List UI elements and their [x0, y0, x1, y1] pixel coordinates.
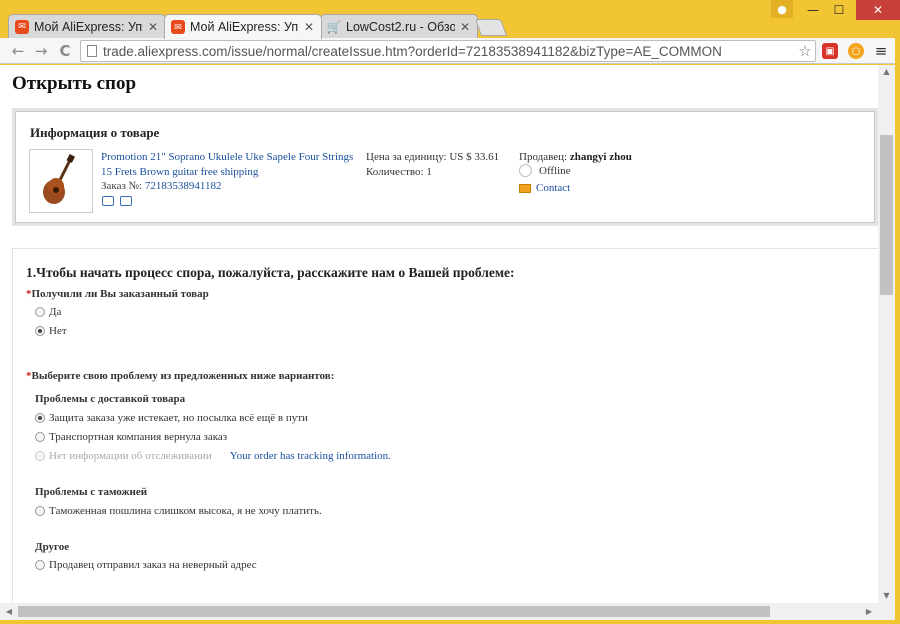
order-number-link[interactable]: 72183538941182	[145, 180, 222, 192]
contact-label[interactable]: Contact	[536, 182, 570, 194]
address-bar[interactable]: trade.aliexpress.com/issue/normal/create…	[80, 40, 816, 62]
tab-close-icon[interactable]: ✕	[147, 20, 159, 34]
option-label: Транспортная компания вернула заказ	[49, 431, 228, 443]
scroll-down-arrow-icon[interactable]: ▼	[878, 589, 895, 603]
problem-question-label: Выберите свою проблему из предложенных н…	[31, 370, 335, 382]
option-no-tracking: Нет информации об отслеживании Your orde…	[35, 450, 391, 462]
received-option-yes[interactable]: Да	[35, 306, 61, 318]
product-info-box: Информация о товаре Promotion 21" Sopran…	[12, 108, 878, 226]
window-titlebar: ✉ Мой AliExpress: Упра ✕ ✉ Мой AliExpres…	[0, 0, 900, 39]
tab-close-icon[interactable]: ✕	[303, 20, 315, 34]
product-section-heading: Информация о товаре	[30, 125, 160, 140]
aliexpress-icon: ✉	[171, 20, 185, 34]
scroll-right-arrow-icon[interactable]: ▶	[862, 603, 876, 620]
maximize-button[interactable]: ☐	[826, 0, 852, 20]
radio-button[interactable]	[35, 560, 45, 570]
option-carrier-returned[interactable]: Транспортная компания вернула заказ	[35, 431, 227, 443]
reload-icon[interactable]: C	[55, 41, 75, 61]
back-arrow-icon[interactable]: ←	[8, 41, 28, 61]
seller-status-text: Offline	[539, 164, 571, 177]
product-name-link[interactable]: Promotion 21" Soprano Ukulele Uke Sapele…	[101, 150, 363, 180]
offline-status-icon	[519, 164, 532, 177]
menu-icon[interactable]: ≡	[872, 42, 890, 60]
tab-close-icon[interactable]: ✕	[459, 20, 471, 34]
shopping-extension-icon[interactable]: ▣	[822, 43, 838, 59]
horizontal-scrollbar[interactable]: ◀ ▶	[0, 603, 878, 620]
page-title: Открыть спор	[12, 73, 137, 94]
window-border	[0, 620, 900, 624]
radio-button-selected[interactable]	[35, 326, 45, 336]
tab-title: Мой AliExpress: Упра	[190, 20, 299, 34]
aliexpress-icon: ✉	[15, 19, 29, 34]
radio-button[interactable]	[35, 307, 45, 317]
option-label: Продавец отправил заказ на неверный адре…	[49, 559, 257, 571]
seller-label: Продавец:	[519, 151, 568, 163]
tab-title: Мой AliExpress: Упра	[34, 19, 143, 34]
unit-price: Цена за единицу: US $ 33.61	[366, 151, 500, 163]
received-question: *Получили ли Вы заказанный товар	[26, 288, 209, 300]
option-label: Нет информации об отслеживании	[49, 450, 212, 462]
user-profile-icon[interactable]: ●	[771, 0, 793, 18]
new-tab-button[interactable]	[474, 19, 508, 36]
tab-title: LowCost2.ru - Обзор	[346, 19, 455, 34]
horizontal-scroll-thumb[interactable]	[18, 606, 770, 617]
group-delivery-title: Проблемы с доставкой товара	[35, 393, 186, 405]
window-border	[895, 38, 900, 624]
dispute-form: 1.Чтобы начать процесс спора, пожалуйста…	[12, 249, 878, 603]
product-thumbnail[interactable]	[29, 149, 93, 213]
scroll-left-arrow-icon[interactable]: ◀	[2, 603, 16, 620]
seller-name: zhangyi zhou	[569, 151, 632, 163]
page-viewport: Открыть спор Информация о товаре Promoti…	[0, 65, 878, 603]
browser-toolbar: ← → C trade.aliexpress.com/issue/normal/…	[0, 38, 900, 64]
radio-button[interactable]	[35, 432, 45, 442]
page-icon	[87, 45, 97, 57]
option-customs-duty[interactable]: Таможенная пошлина слишком высока, я не …	[35, 505, 322, 517]
price-info: Цена за единицу: US $ 33.61 Количество: …	[366, 150, 499, 180]
shipping-truck-icon[interactable]	[102, 196, 114, 206]
group-customs-title: Проблемы с таможней	[35, 486, 148, 498]
order-label: Заказ №:	[101, 180, 143, 192]
tab-aliexpress-1[interactable]: ✉ Мой AliExpress: Упра ✕	[8, 14, 166, 38]
quantity: Количество: 1	[366, 166, 432, 178]
minimize-button[interactable]: —	[800, 0, 826, 20]
option-label: Да	[49, 306, 62, 318]
received-question-label: Получили ли Вы заказанный товар	[31, 288, 209, 300]
seller-status: Offline	[519, 164, 571, 177]
scroll-up-arrow-icon[interactable]: ▲	[878, 65, 895, 79]
bookmark-star-icon[interactable]: ☆	[795, 42, 815, 60]
envelope-icon	[519, 183, 531, 193]
url-text[interactable]: trade.aliexpress.com/issue/normal/create…	[103, 44, 795, 59]
option-label: Таможенная пошлина слишком высока, я не …	[49, 505, 322, 517]
vertical-scroll-thumb[interactable]	[880, 135, 893, 295]
group-other-title: Другое	[35, 541, 70, 553]
option-label: Нет	[49, 325, 67, 337]
radio-button-selected[interactable]	[35, 413, 45, 423]
seller-info: Продавец: zhangyi zhou	[519, 150, 632, 165]
forward-arrow-icon[interactable]: →	[31, 41, 51, 61]
received-option-no[interactable]: Нет	[35, 325, 67, 337]
option-protection-expiring[interactable]: Защита заказа уже истекает, но посылка в…	[35, 412, 308, 424]
contact-seller-link[interactable]: Contact	[519, 182, 570, 194]
option-wrong-address[interactable]: Продавец отправил заказ на неверный адре…	[35, 559, 257, 571]
problem-question: *Выберите свою проблему из предложенных …	[26, 370, 334, 382]
radio-button-disabled	[35, 451, 45, 461]
close-window-button[interactable]: ✕	[856, 0, 900, 20]
vertical-scrollbar[interactable]: ▲ ▼	[878, 65, 895, 603]
scrollbar-corner	[878, 603, 895, 620]
dispute-form-title: 1.Чтобы начать процесс спора, пожалуйста…	[26, 265, 515, 280]
tab-lowcost2[interactable]: 🛒 LowCost2.ru - Обзор ✕	[320, 14, 478, 38]
option-label: Защита заказа уже истекает, но посылка в…	[49, 412, 308, 424]
order-number: Заказ №: 72183538941182	[101, 180, 221, 192]
order-details-icon[interactable]	[120, 196, 132, 206]
radio-button[interactable]	[35, 506, 45, 516]
cart-icon: 🛒	[326, 19, 342, 34]
tracking-note: Your order has tracking information.	[229, 450, 391, 462]
search-extension-icon[interactable]: ○	[848, 43, 864, 59]
tab-aliexpress-2[interactable]: ✉ Мой AliExpress: Упра ✕	[164, 14, 322, 39]
order-action-icons	[102, 196, 132, 206]
